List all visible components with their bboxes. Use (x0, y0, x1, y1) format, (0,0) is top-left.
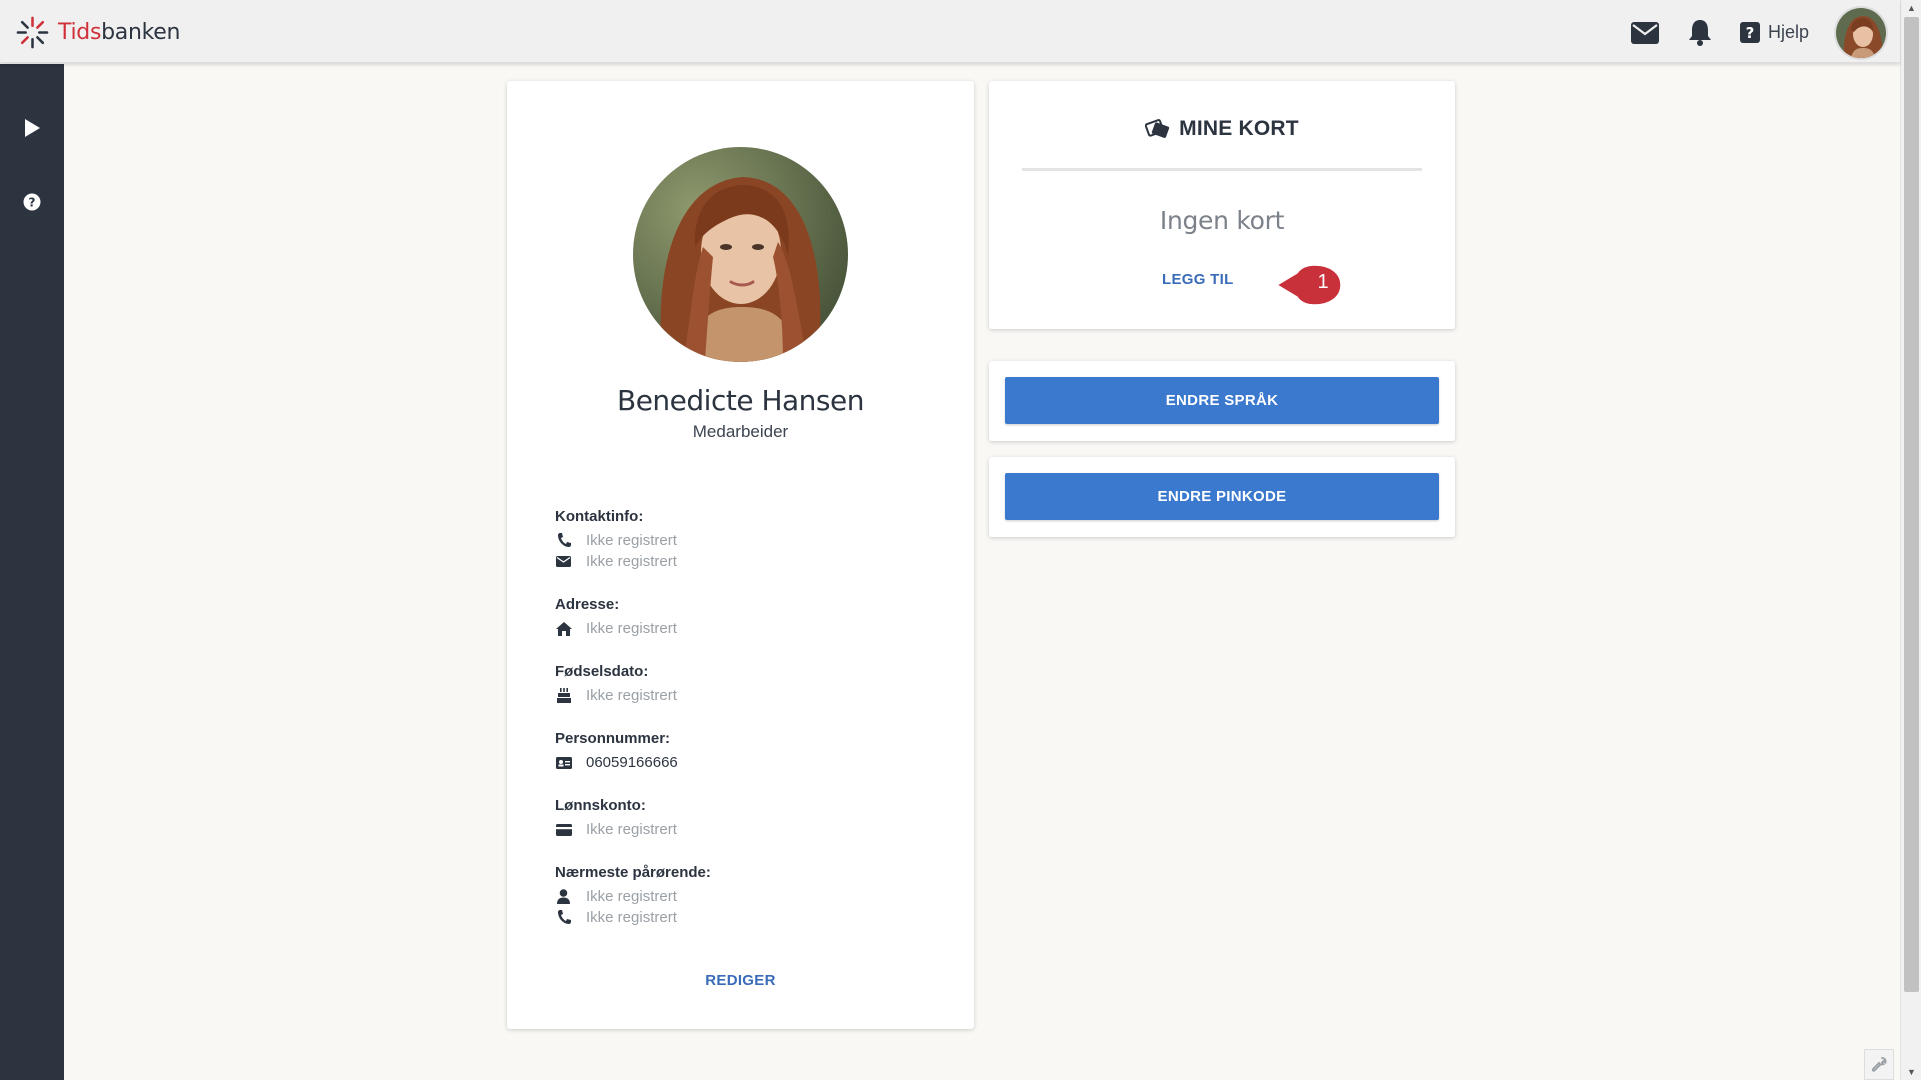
language-card: ENDRE SPRÅK (989, 361, 1455, 441)
envelope-icon[interactable] (1630, 18, 1660, 48)
top-bar: Tidsbanken ? Hjelp (0, 0, 1900, 63)
user-icon (555, 889, 572, 905)
address-row: Ikke registrert (555, 618, 935, 639)
help-label: Hjelp (1767, 22, 1809, 42)
ssn-row: 06059166666 (555, 752, 935, 773)
cards-icon (1145, 118, 1171, 140)
help-button[interactable]: ? Hjelp (1739, 22, 1809, 43)
relative-name-row: Ikke registrert (555, 886, 935, 907)
phone-value: Ikke registrert (586, 532, 677, 549)
ssn-section: Personnummer: 06059166666 (555, 730, 935, 773)
account-section: Lønnskonto: Ikke registrert (555, 797, 935, 840)
header-actions: ? Hjelp (1630, 5, 1888, 60)
play-icon[interactable] (17, 113, 47, 143)
address-label: Adresse: (555, 596, 620, 613)
ssn-value: 06059166666 (586, 754, 678, 771)
logo-mark-icon (16, 16, 49, 48)
phone-icon (555, 533, 572, 549)
birth-section: Fødselsdato: Ikke registrert (555, 663, 935, 706)
profile-role: Medarbeider (692, 422, 789, 441)
relative-phone-row: Ikke registrert (555, 907, 935, 928)
no-cards-text: Ingen kort (1159, 206, 1285, 235)
question-square-icon: ? (1739, 22, 1760, 43)
profile-photo (633, 147, 848, 362)
my-cards-title-text: MINE KORT (1179, 117, 1299, 140)
account-row: Ikke registrert (555, 819, 935, 840)
svg-text:?: ? (29, 196, 36, 210)
my-cards-title: MINE KORT (989, 117, 1455, 141)
scrollbar[interactable]: ▲ ▼ (1900, 0, 1921, 1080)
my-cards-card: MINE KORT Ingen kort LEGG TIL (989, 81, 1455, 329)
relative-phone-value: Ikke registrert (586, 909, 677, 926)
email-row: Ikke registrert (555, 551, 935, 572)
profile-name: Benedicte Hansen (617, 384, 864, 417)
cake-icon (555, 688, 572, 704)
edit-profile-link[interactable]: REDIGER (507, 972, 974, 989)
change-pin-button[interactable]: ENDRE PINKODE (1005, 473, 1439, 520)
address-value: Ikke registrert (586, 620, 677, 637)
scroll-up-icon[interactable]: ▲ (1901, 0, 1921, 16)
birth-label: Fødselsdato: (555, 663, 649, 680)
birth-value: Ikke registrert (586, 687, 677, 704)
profile-card: Benedicte Hansen Medarbeider Kontaktinfo… (507, 81, 974, 1029)
callout-number: 1 (1317, 271, 1329, 293)
divider (1022, 168, 1422, 171)
credit-card-icon (555, 822, 572, 838)
address-section: Adresse: Ikke registrert (555, 596, 935, 639)
account-value: Ikke registrert (586, 821, 677, 838)
question-circle-icon[interactable]: ? (17, 187, 47, 217)
user-avatar[interactable] (1834, 5, 1888, 60)
wrench-icon[interactable] (1864, 1049, 1894, 1080)
logo[interactable]: Tidsbanken (15, 14, 180, 50)
add-card-link[interactable]: LEGG TIL (1162, 271, 1234, 288)
svg-text:?: ? (1746, 24, 1755, 42)
sidebar: ? (0, 64, 64, 1080)
contact-section: Kontaktinfo: Ikke registrert Ikke regist… (555, 508, 935, 572)
ssn-label: Personnummer: (555, 730, 671, 747)
account-label: Lønnskonto: (555, 797, 646, 814)
change-language-button[interactable]: ENDRE SPRÅK (1005, 377, 1439, 424)
email-value: Ikke registrert (586, 553, 677, 570)
scroll-down-icon[interactable]: ▼ (1901, 1064, 1921, 1080)
phone-icon (555, 910, 572, 926)
bell-icon[interactable] (1685, 18, 1715, 48)
logo-text: Tidsbanken (58, 19, 181, 45)
envelope-small-icon (555, 554, 572, 570)
home-icon (555, 621, 572, 637)
id-card-icon (555, 755, 572, 771)
birth-row: Ikke registrert (555, 685, 935, 706)
relative-section: Nærmeste pårørende: Ikke registrert Ikke… (555, 864, 935, 928)
relative-label: Nærmeste pårørende: (555, 864, 711, 881)
profile-info: Kontaktinfo: Ikke registrert Ikke regist… (555, 508, 935, 952)
relative-name-value: Ikke registrert (586, 888, 677, 905)
phone-row: Ikke registrert (555, 530, 935, 551)
contact-label: Kontaktinfo: (555, 508, 644, 525)
scroll-thumb[interactable] (1904, 17, 1919, 992)
pin-card: ENDRE PINKODE (989, 457, 1455, 537)
